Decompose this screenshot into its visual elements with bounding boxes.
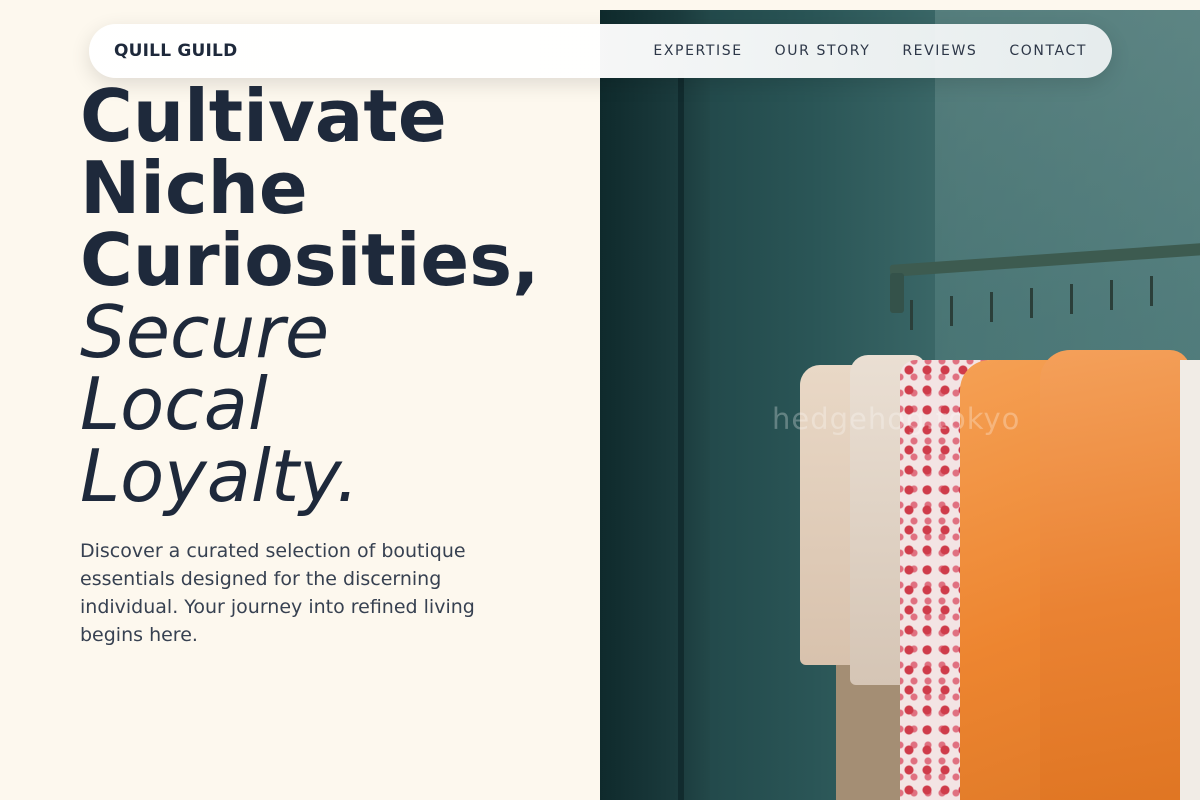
hero-headline: Cultivate Niche Curiosities, Secure Loca… xyxy=(80,80,580,512)
garment-orange-ruffle xyxy=(1040,350,1190,800)
hero-description: Discover a curated selection of boutique… xyxy=(80,540,475,646)
clothing-rail-end xyxy=(890,273,904,313)
headline-italic-line: Loyalty. xyxy=(80,434,360,518)
nav-link-reviews[interactable]: REVIEWS xyxy=(902,43,977,59)
door-shadow xyxy=(600,10,710,800)
nav-link-our-story[interactable]: OUR STORY xyxy=(775,43,871,59)
hanger xyxy=(1110,280,1113,310)
hanger xyxy=(1150,276,1153,306)
hanger xyxy=(1070,284,1073,314)
garment-white xyxy=(1180,360,1200,800)
nav-link-contact[interactable]: CONTACT xyxy=(1009,43,1087,59)
hanger xyxy=(950,296,953,326)
hero-image: hedgehog.tokyo xyxy=(600,10,1200,800)
headline-line: Niche xyxy=(80,146,308,230)
door-edge xyxy=(678,70,684,800)
brand-logo[interactable]: QUILL GUILD xyxy=(114,41,237,61)
nav-links: EXPERTISE OUR STORY REVIEWS CONTACT xyxy=(653,43,1087,59)
nav-link-expertise[interactable]: EXPERTISE xyxy=(653,43,742,59)
headline-line: Curiosities, xyxy=(80,218,540,302)
headline-line: Cultivate xyxy=(80,74,447,158)
image-watermark: hedgehog.tokyo xyxy=(772,402,1021,436)
headline-italic-line: Local xyxy=(80,362,268,446)
hanger xyxy=(990,292,993,322)
headline-italic-line: Secure xyxy=(80,290,330,374)
top-navbar: QUILL GUILD EXPERTISE OUR STORY REVIEWS … xyxy=(89,24,1112,78)
hanger xyxy=(910,300,913,330)
hanger xyxy=(1030,288,1033,318)
